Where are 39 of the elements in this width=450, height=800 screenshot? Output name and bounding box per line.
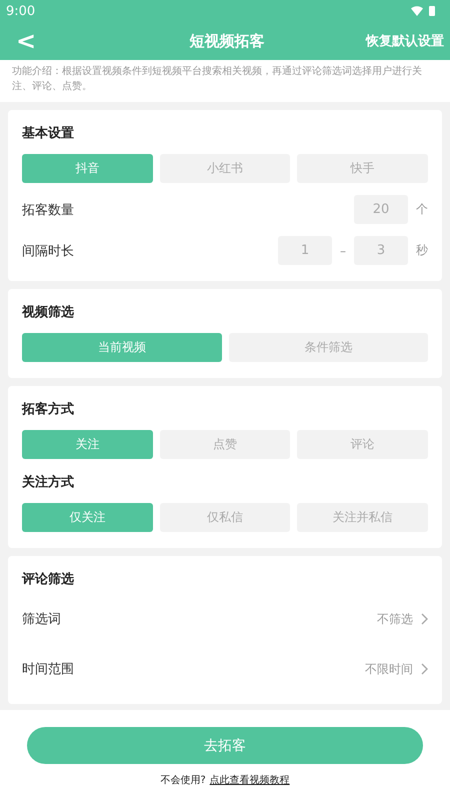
- intro-text: 功能介绍：根据设置视频条件到短视频平台搜索相关视频，再通过评论筛选词选择用户进行关注、评论、点赞。: [0, 60, 450, 102]
- card-title: 评论筛选: [22, 571, 75, 588]
- number-field[interactable]: 1: [278, 236, 332, 265]
- subsection-title: 关注方式: [22, 474, 75, 491]
- reset-defaults-button[interactable]: 恢复默认设置: [366, 32, 444, 50]
- unit-label: 个: [416, 201, 428, 218]
- status-time: 9:00: [6, 4, 36, 18]
- setting-value[interactable]: 不限时间: [365, 660, 413, 678]
- option-tab[interactable]: 当前视频: [22, 333, 222, 362]
- option-tab[interactable]: 小红书: [160, 154, 290, 183]
- option-tab[interactable]: 点赞: [160, 430, 290, 459]
- field-label: 拓客数量: [22, 202, 75, 218]
- status-icons: [410, 5, 438, 17]
- card-title: 基本设置: [22, 125, 75, 142]
- setting-label: 筛选词: [22, 611, 62, 628]
- option-tab[interactable]: 关注: [22, 430, 153, 459]
- option-tab[interactable]: 抖音: [22, 154, 153, 183]
- number-field[interactable]: 20: [354, 195, 408, 224]
- option-tab[interactable]: 评论: [297, 430, 428, 459]
- card-title: 拓客方式: [22, 400, 75, 418]
- chevron-right-icon: [421, 663, 428, 675]
- option-tab[interactable]: 仅私信: [160, 503, 290, 532]
- start-button[interactable]: 去拓客: [27, 727, 423, 764]
- field-label: 间隔时长: [22, 242, 75, 260]
- help-text: 不会使用?: [160, 774, 206, 787]
- tutorial-link[interactable]: 点此查看视频教程: [210, 773, 290, 787]
- page-title: 短视频拓客: [190, 32, 264, 50]
- option-tab[interactable]: 仅关注: [22, 503, 153, 532]
- setting-label: 时间范围: [22, 661, 75, 678]
- option-tab[interactable]: 条件筛选: [228, 333, 428, 362]
- number-field[interactable]: 3: [354, 236, 408, 265]
- chevron-right-icon: [421, 613, 428, 625]
- back-button[interactable]: <: [10, 27, 42, 55]
- card-title: 视频筛选: [22, 304, 75, 321]
- option-tab[interactable]: 快手: [297, 154, 428, 183]
- option-tab[interactable]: 关注并私信: [297, 503, 428, 532]
- unit-label: 秒: [416, 242, 428, 259]
- setting-value[interactable]: 不筛选: [377, 610, 413, 628]
- range-separator: –: [340, 244, 346, 258]
